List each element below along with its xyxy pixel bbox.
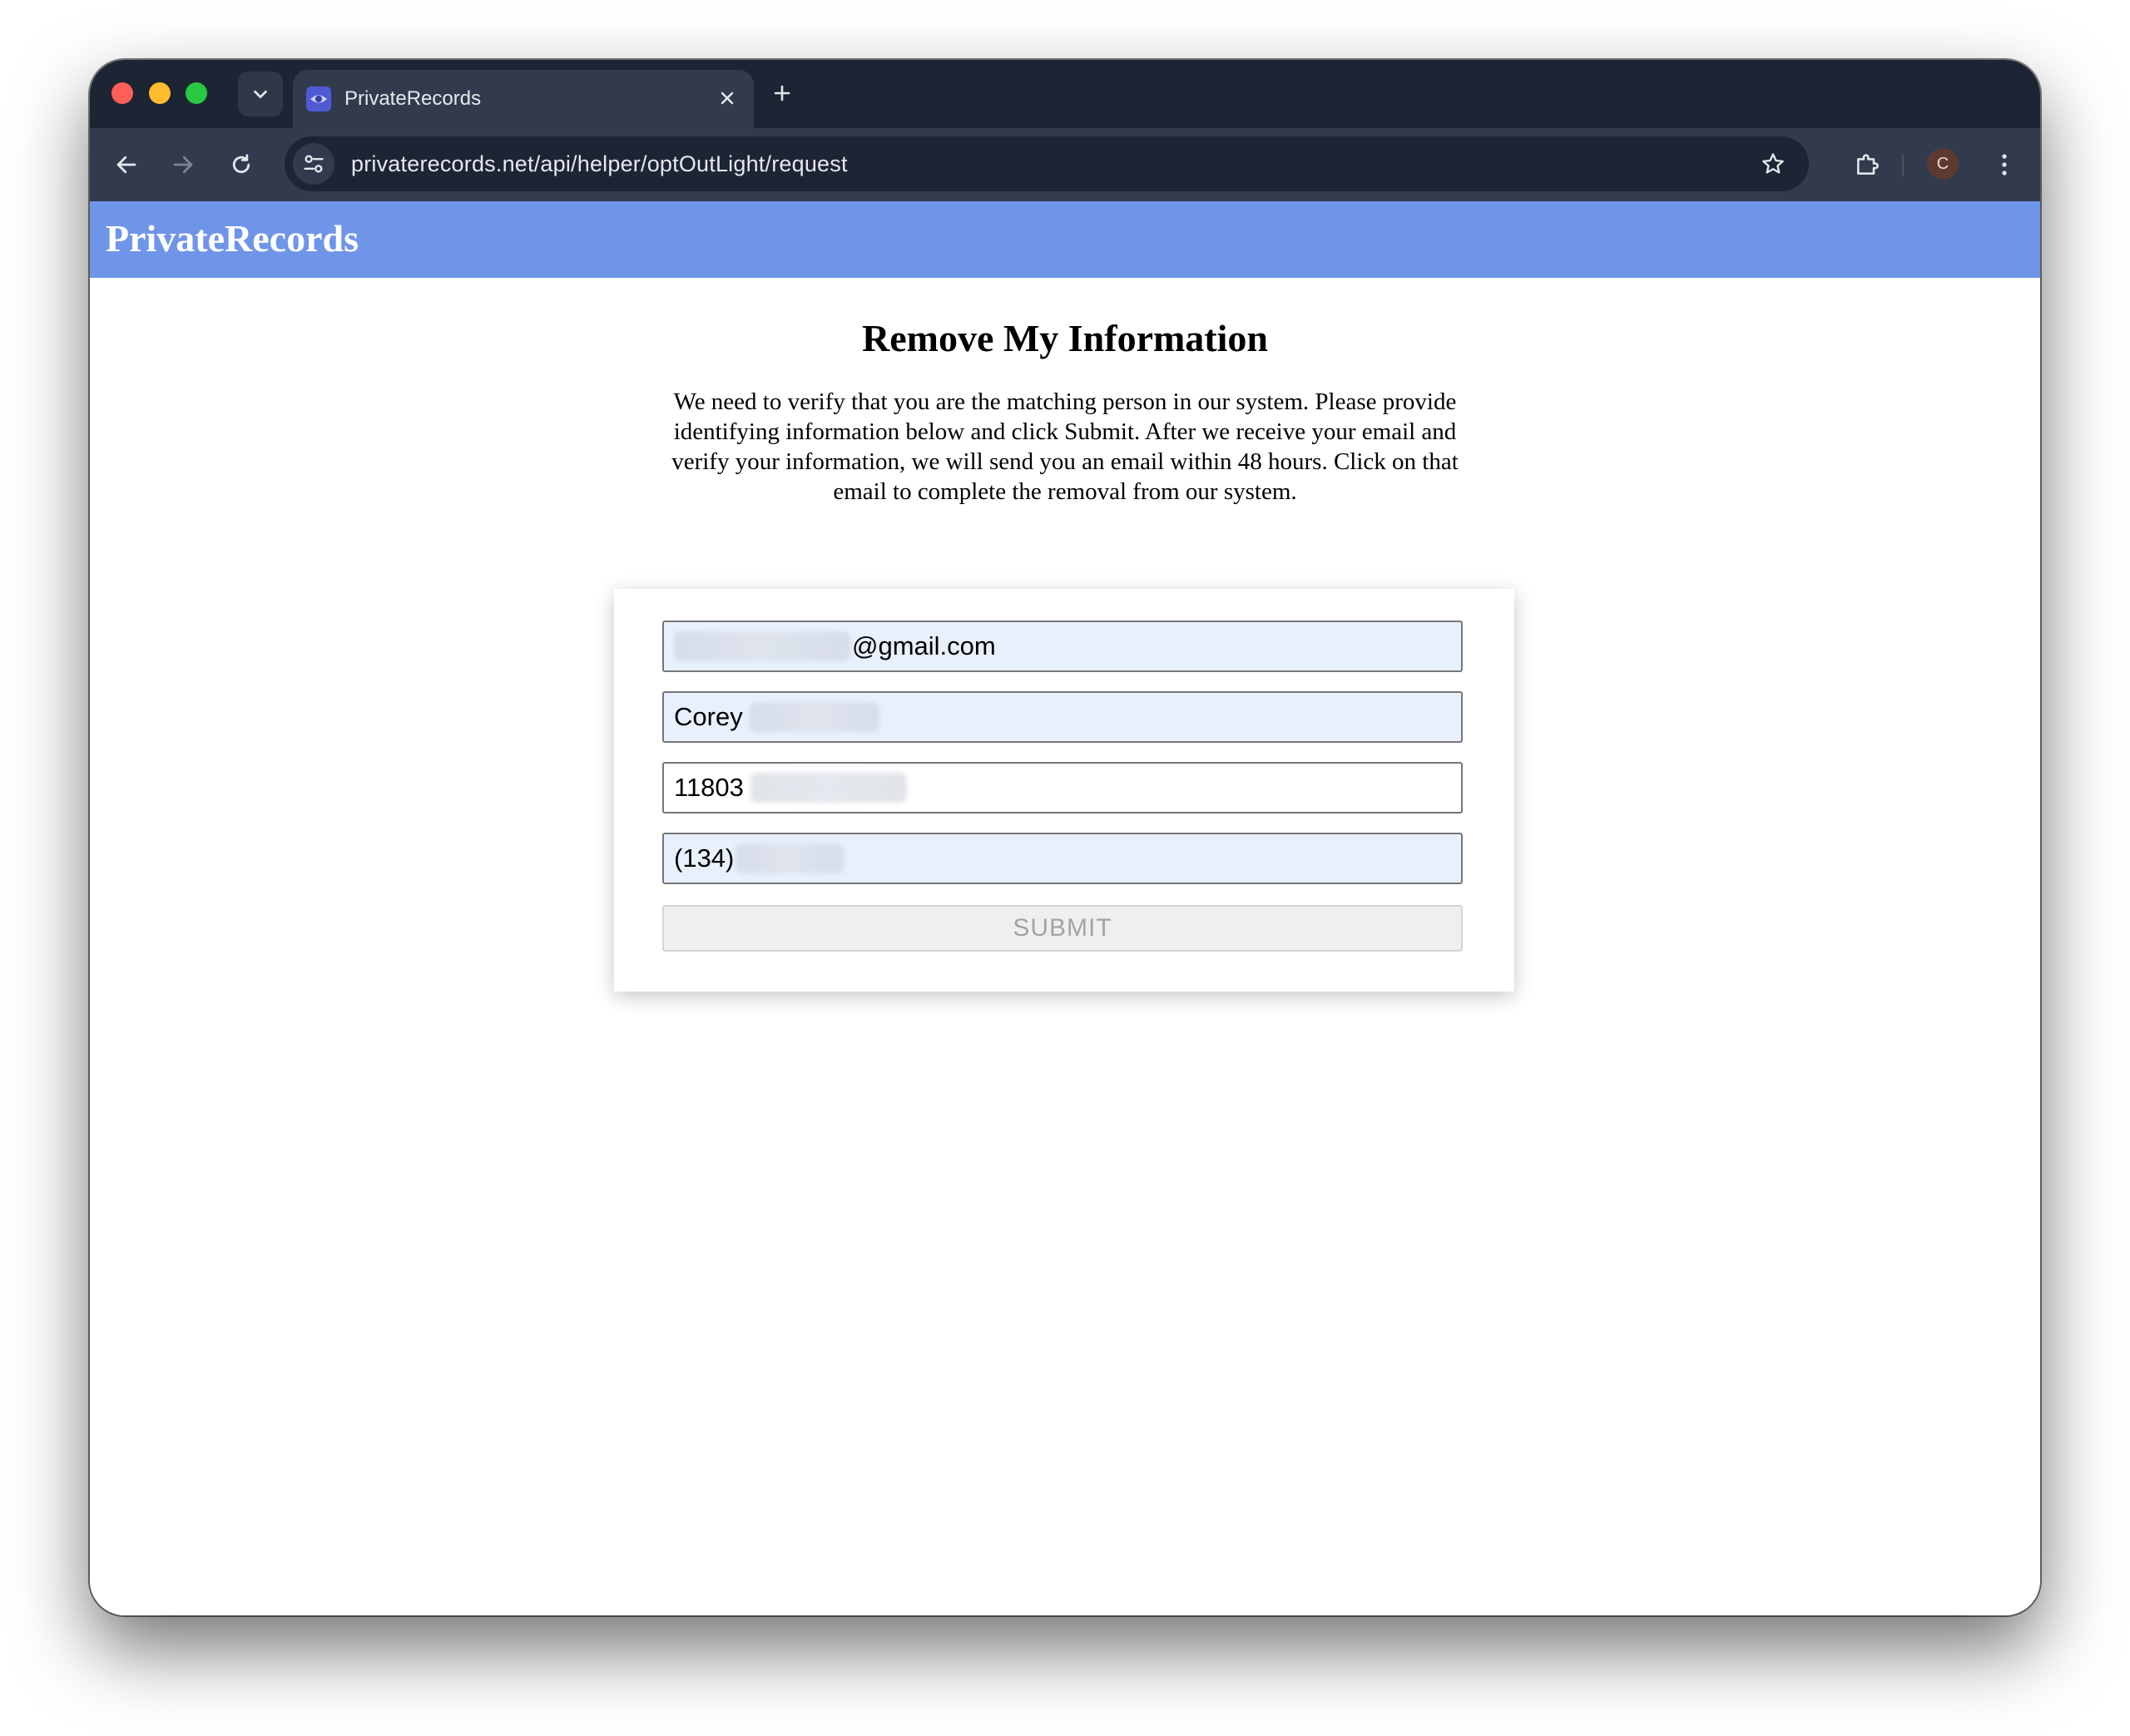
plus-icon	[774, 85, 790, 101]
arrow-left-icon	[116, 156, 136, 174]
removal-form: @gmail.com Corey 11803 (134) SUBMIT	[614, 589, 1514, 992]
minimize-window-button[interactable]	[149, 82, 171, 104]
new-tab-button[interactable]	[765, 77, 799, 110]
chevron-down-icon	[254, 90, 267, 99]
bookmark-button[interactable]	[1756, 146, 1791, 181]
forward-button[interactable]	[161, 143, 205, 186]
tab-strip: PrivateRecords	[90, 60, 2040, 128]
redacted-blur	[749, 702, 879, 732]
site-info-button[interactable]	[293, 143, 334, 185]
site-logo[interactable]: PrivateRecords	[106, 216, 359, 260]
profile-avatar[interactable]: C	[1927, 148, 1959, 180]
tab-search-button[interactable]	[238, 72, 283, 116]
close-icon	[721, 91, 734, 105]
email-value: @gmail.com	[852, 631, 996, 660]
star-icon	[1762, 153, 1784, 174]
eye-icon	[306, 87, 331, 111]
url-text[interactable]: privaterecords.net/api/helper/optOutLigh…	[351, 151, 848, 177]
zip-field[interactable]: 11803	[662, 762, 1463, 814]
browser-menu-button[interactable]	[1984, 143, 2025, 186]
browser-window: PrivateRecords privaterecords.net/api/he…	[90, 60, 2040, 1615]
extensions-button[interactable]	[1845, 143, 1889, 186]
name-value: Corey	[674, 702, 743, 731]
redacted-blur	[750, 773, 907, 803]
back-button[interactable]	[105, 143, 148, 186]
tune-icon	[304, 155, 324, 173]
browser-toolbar: privaterecords.net/api/helper/optOutLigh…	[90, 128, 2040, 201]
toolbar-divider	[1902, 155, 1904, 176]
redacted-blur	[736, 843, 845, 873]
close-window-button[interactable]	[111, 82, 133, 104]
phone-value: (134)	[674, 843, 735, 873]
maximize-window-button[interactable]	[186, 82, 207, 104]
name-field[interactable]: Corey	[662, 691, 1463, 743]
tab-close-button[interactable]	[712, 83, 742, 113]
redacted-blur	[674, 631, 850, 661]
more-vertical-icon	[2002, 154, 2007, 176]
reload-icon	[232, 154, 250, 174]
site-header: PrivateRecords	[90, 201, 2040, 278]
email-field[interactable]: @gmail.com	[662, 621, 1463, 672]
puzzle-icon	[1857, 154, 1879, 175]
phone-field[interactable]: (134)	[662, 833, 1463, 884]
submit-button[interactable]: SUBMIT	[662, 905, 1463, 952]
page-title: Remove My Information	[861, 317, 1268, 359]
arrow-right-icon	[173, 156, 193, 174]
reload-button[interactable]	[220, 143, 263, 186]
page-content: PrivateRecords Remove My Information We …	[90, 201, 2040, 1615]
intro-text: We need to verify that you are the match…	[671, 388, 1459, 505]
address-bar[interactable]: privaterecords.net/api/helper/optOutLigh…	[285, 136, 1809, 191]
tab-title: PrivateRecords	[344, 87, 482, 110]
tab-privaterecords[interactable]: PrivateRecords	[293, 70, 754, 128]
zip-value: 11803	[674, 773, 744, 802]
